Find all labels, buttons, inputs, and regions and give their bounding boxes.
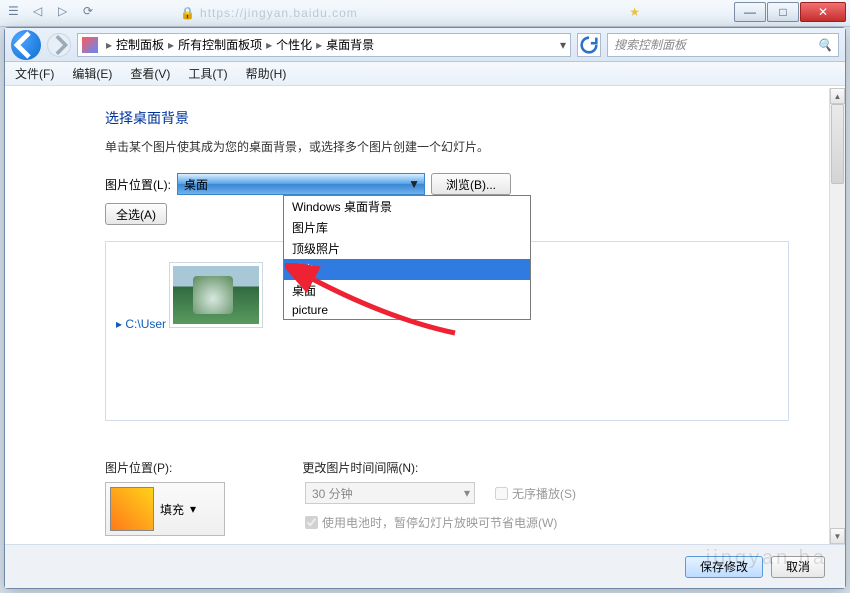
- breadcrumb-bar[interactable]: ▸ 控制面板 ▸ 所有控制面板项 ▸ 个性化 ▸ 桌面背景 ▾: [77, 33, 571, 57]
- interval-value: 30 分钟: [312, 485, 353, 502]
- reload-icon[interactable]: ⟳: [83, 4, 98, 19]
- back-icon[interactable]: ◁: [33, 4, 48, 19]
- bottom-options: 图片位置(P): 更改图片时间间隔(N): 填充 ▾ 30 分钟 ▾: [105, 459, 789, 536]
- position-label: 图片位置(P):: [105, 459, 172, 476]
- panel-path: ▸ C:\User: [116, 317, 166, 331]
- picture-location-combo[interactable]: 桌面 ▼: [177, 173, 425, 195]
- shuffle-checkbox: 无序播放(S): [495, 485, 576, 502]
- dropdown-option[interactable]: 桌面: [284, 280, 530, 301]
- breadcrumb-l2[interactable]: 个性化: [276, 36, 312, 53]
- menu-file[interactable]: 文件(F): [15, 65, 54, 82]
- interval-combo: 30 分钟 ▾: [305, 482, 475, 504]
- content-area: 选择桌面背景 单击某个图片使其成为您的桌面背景，或选择多个图片创建一个幻灯片。 …: [5, 88, 829, 544]
- control-panel-icon: [82, 37, 98, 53]
- picture-location-dropdown: Windows 桌面背景 图片库 顶级照片 纯色 桌面 picture: [283, 195, 531, 320]
- wallpaper-image: [173, 266, 259, 324]
- breadcrumb-root[interactable]: 控制面板: [116, 36, 164, 53]
- forward-icon[interactable]: ▷: [58, 4, 73, 19]
- dialog-footer: 保存修改 取消: [5, 544, 845, 588]
- select-all-button[interactable]: 全选(A): [105, 203, 167, 225]
- chevron-right-icon: ▸: [168, 38, 174, 52]
- picture-location-value: 桌面: [184, 176, 208, 193]
- page-title: 选择桌面背景: [105, 108, 789, 128]
- battery-checkbox: 使用电池时，暂停幻灯片放映可节省电源(W): [305, 514, 576, 531]
- menu-view[interactable]: 查看(V): [130, 65, 170, 82]
- battery-input: [305, 516, 318, 529]
- picture-position-combo[interactable]: 填充 ▾: [105, 482, 225, 536]
- chevron-right-icon: ▸: [316, 38, 322, 52]
- picture-location-label: 图片位置(L):: [105, 176, 171, 193]
- nav-forward-button[interactable]: [47, 33, 71, 57]
- menu-help[interactable]: 帮助(H): [246, 65, 287, 82]
- chevron-down-icon: ▼: [408, 177, 420, 191]
- browser-toolbar-icons: ☰ ◁ ▷ ⟳: [8, 4, 98, 19]
- menu-bar: 文件(F) 编辑(E) 查看(V) 工具(T) 帮助(H): [5, 62, 845, 86]
- search-input[interactable]: 搜索控制面板 🔍: [607, 33, 839, 57]
- chevron-down-icon: ▾: [190, 502, 196, 516]
- breadcrumb-l3[interactable]: 桌面背景: [326, 36, 374, 53]
- chevron-right-icon: ▸: [266, 38, 272, 52]
- arrow-left-icon: [11, 30, 41, 60]
- menu-tools[interactable]: 工具(T): [188, 65, 227, 82]
- refresh-button[interactable]: [577, 33, 601, 57]
- arrow-right-icon: [48, 34, 70, 56]
- chevron-down-icon: ▾: [464, 486, 470, 500]
- menu-icon[interactable]: ☰: [8, 4, 23, 19]
- chevron-right-icon: ▸: [106, 38, 112, 52]
- browser-tab-bar: ☰ ◁ ▷ ⟳ 🔒 https://jingyan.baidu.com ★ — …: [0, 0, 850, 27]
- browse-button[interactable]: 浏览(B)...: [431, 173, 511, 195]
- breadcrumb-l1[interactable]: 所有控制面板项: [178, 36, 262, 53]
- page-subtitle: 单击某个图片使其成为您的桌面背景，或选择多个图片创建一个幻灯片。: [105, 138, 789, 155]
- browser-url: 🔒 https://jingyan.baidu.com: [180, 6, 358, 20]
- close-button[interactable]: ✕: [800, 2, 846, 22]
- dropdown-option[interactable]: 顶级照片: [284, 238, 530, 259]
- vertical-scrollbar[interactable]: ▲ ▼: [829, 88, 845, 544]
- dropdown-option[interactable]: Windows 桌面背景: [284, 196, 530, 217]
- scroll-up-button[interactable]: ▲: [830, 88, 845, 104]
- nav-back-button[interactable]: [11, 30, 41, 60]
- lock-icon: 🔒: [180, 6, 196, 20]
- dropdown-option-selected[interactable]: 纯色: [284, 259, 530, 280]
- dropdown-option[interactable]: picture: [284, 301, 530, 319]
- save-button[interactable]: 保存修改: [685, 556, 763, 578]
- dropdown-option[interactable]: 图片库: [284, 217, 530, 238]
- interval-label: 更改图片时间间隔(N):: [302, 459, 418, 476]
- window-controls: — □ ✕: [733, 2, 846, 22]
- fit-value: 填充: [160, 501, 184, 518]
- scroll-down-button[interactable]: ▼: [830, 528, 845, 544]
- bookmark-star-icon[interactable]: ★: [629, 5, 640, 19]
- menu-edit[interactable]: 编辑(E): [72, 65, 112, 82]
- minimize-button[interactable]: —: [734, 2, 766, 22]
- shuffle-input: [495, 487, 508, 500]
- search-placeholder: 搜索控制面板: [614, 36, 686, 53]
- search-icon: 🔍: [817, 38, 832, 52]
- cancel-button[interactable]: 取消: [771, 556, 825, 578]
- maximize-button[interactable]: □: [767, 2, 799, 22]
- wallpaper-thumb[interactable]: [169, 262, 263, 328]
- breadcrumb-dropdown-icon[interactable]: ▾: [560, 38, 566, 52]
- scrollbar-thumb[interactable]: [831, 104, 844, 184]
- navigation-bar: ▸ 控制面板 ▸ 所有控制面板项 ▸ 个性化 ▸ 桌面背景 ▾ 搜索控制面板 🔍: [5, 28, 845, 62]
- control-panel-window: ▸ 控制面板 ▸ 所有控制面板项 ▸ 个性化 ▸ 桌面背景 ▾ 搜索控制面板 🔍…: [4, 27, 846, 589]
- refresh-icon: [578, 34, 600, 56]
- fit-preview-icon: [110, 487, 154, 531]
- picture-location-row: 图片位置(L): 桌面 ▼ 浏览(B)... Windows 桌面背景 图片库 …: [105, 173, 789, 195]
